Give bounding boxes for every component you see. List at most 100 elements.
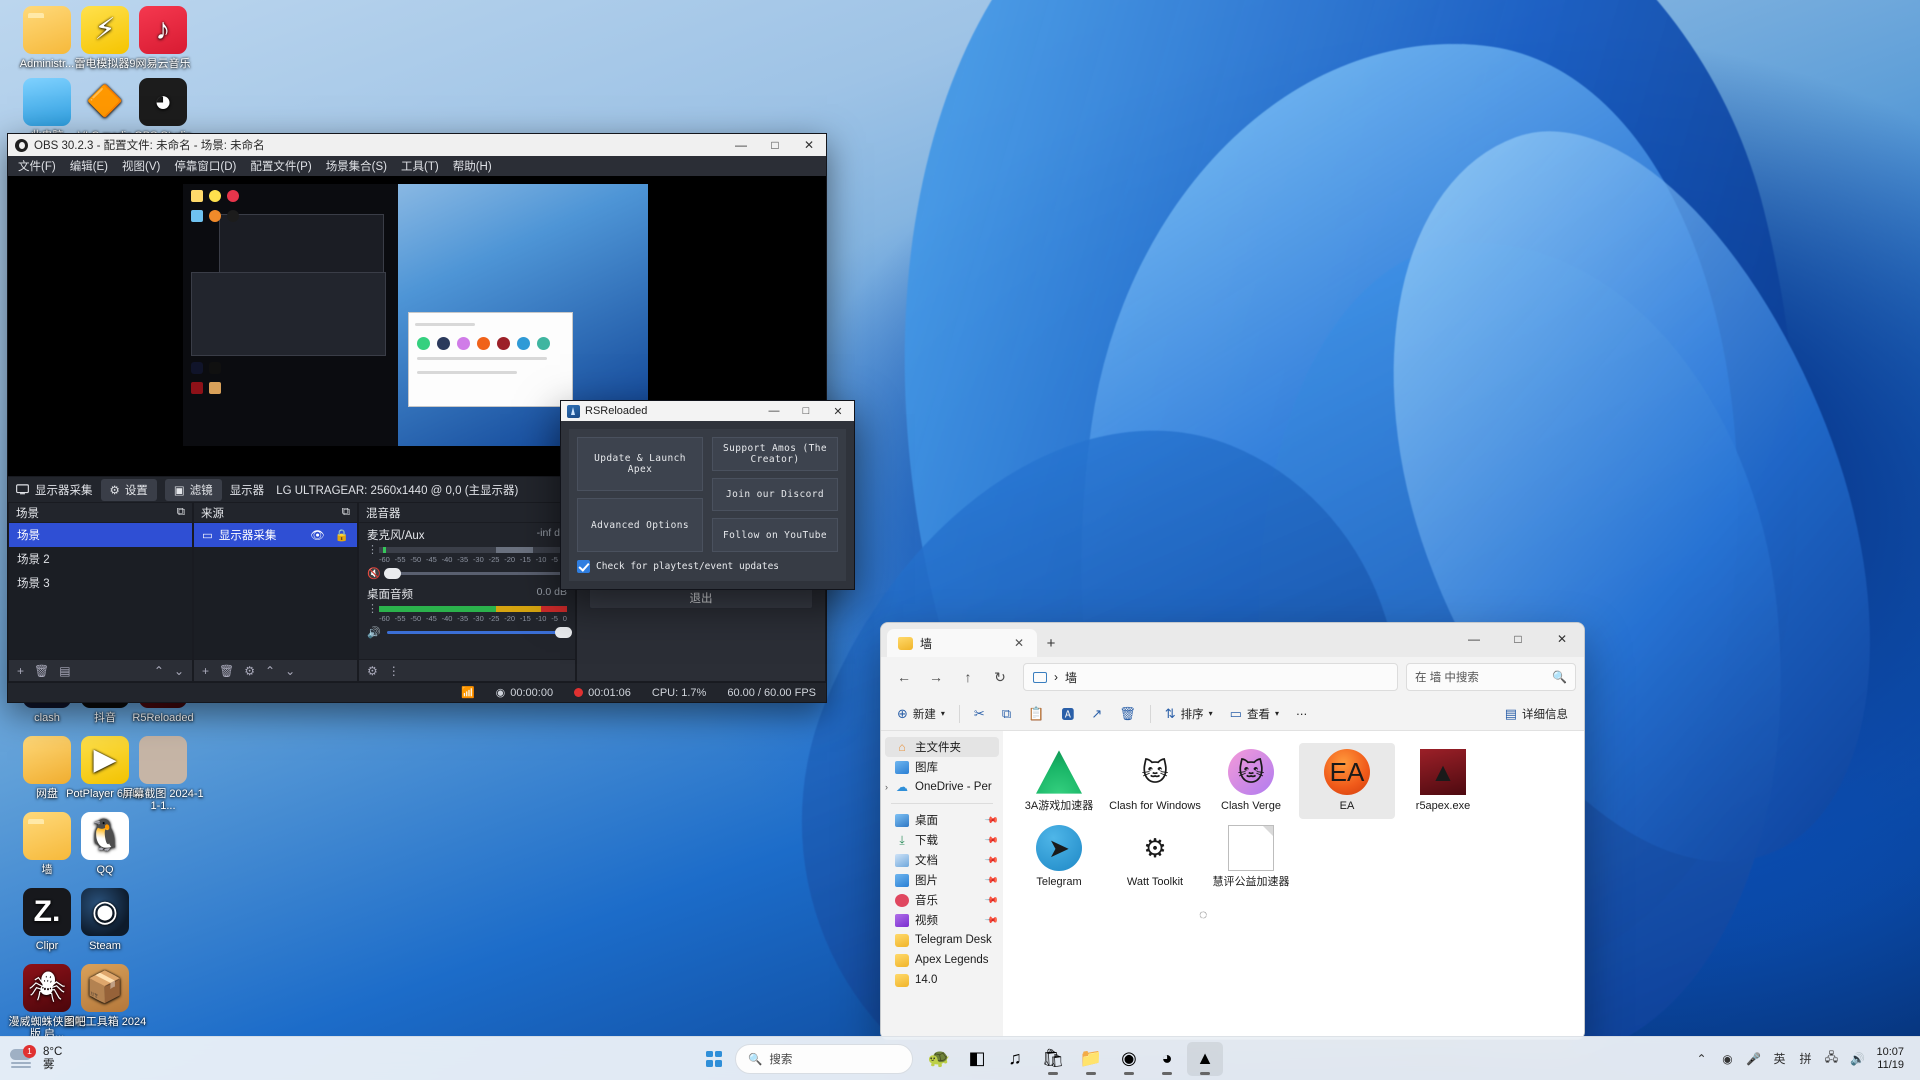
pin-icon[interactable]: 📌 [984,892,999,908]
source-list-item[interactable]: ▭ 显示器采集 👁 🔒 [194,523,357,547]
speaker-icon[interactable]: 🔊 [367,626,381,639]
breadcrumb[interactable]: › 墙 [1023,663,1398,691]
desktop-icon[interactable]: ♪ 网易云音乐 [120,6,206,70]
windows-taskbar[interactable]: 1 8°C 雾 🔍 搜索 🐢 ◧ ♫ 🛍 📁 ◉ ◕ ▲ ⌃ ◉ 🎤 英 拼 🖧 🔊 10:0… [0,1036,1920,1080]
explorer-file-grid[interactable]: 3A游戏加速器 🐱 Clash for Windows 🐱 Clash Verge EA E… [1003,731,1584,907]
undock-icon[interactable]: ⧉ [177,506,185,519]
explorer-navigation-bar[interactable]: ← → ↑ ↻ › 墙 在 墙 中搜索 🔍 [881,657,1584,697]
mixer-track[interactable]: 桌面音频 0.0 dB ⋮ -60 -55 -50 -45 -40 -35 -30 -25 -20 -1… [359,582,575,641]
desktop-icon[interactable]: ◉ Steam [62,888,148,952]
obs-source-settings-button[interactable]: ⚙ 设置 [100,478,157,501]
add-scene-button[interactable]: + [17,664,24,678]
explorer-close-button[interactable]: ✕ [1540,623,1584,655]
explorer-maximize-button[interactable]: □ [1496,623,1540,655]
mixer-track[interactable]: 麦克风/Aux -inf dB ⋮ -60 -55 -50 -45 -40 -35 -30 -25-… [359,523,575,582]
cut-button[interactable]: ✂ [967,701,992,727]
scene-list-item[interactable]: 场景 3 [9,571,192,595]
weather-widget[interactable]: 1 8°C 雾 [0,1044,200,1072]
refresh-button[interactable]: ↻ [985,663,1015,691]
volume-icon[interactable]: 🔊 [1844,1044,1870,1074]
update-launch-apex-button[interactable]: Update & Launch Apex [577,437,703,491]
new-button[interactable]: ⊕ 新建 ▾ [890,701,952,727]
move-scene-down-button[interactable]: ⌄ [174,664,184,678]
obs-menu-item[interactable]: 工具(T) [401,158,439,174]
turtle-widget-icon[interactable]: 🐢 [921,1042,957,1076]
remove-source-button[interactable]: 🗑 [219,664,234,678]
explorer-tab[interactable]: 墙 ✕ [887,629,1037,657]
share-button[interactable]: ↗ [1084,701,1109,727]
pin-icon[interactable]: 📌 [984,852,999,868]
scene-list-item[interactable]: 场景 2 [9,547,192,571]
desktop-icon[interactable]: 屏幕截图 2024-11-1... [120,736,206,812]
undock-icon[interactable]: ⧉ [342,506,350,519]
sidebar-item[interactable]: › ☁ OneDrive - Per [881,777,1003,797]
move-scene-up-button[interactable]: ⌃ [154,664,164,678]
obs-menu-item[interactable]: 场景集合(S) [326,158,387,174]
move-source-up-button[interactable]: ⌃ [265,664,275,678]
obs-close-button[interactable]: ✕ [792,134,826,156]
sidebar-item[interactable]: 14.0 [881,970,1003,990]
scene-list-item[interactable]: 场景 [9,523,192,547]
close-tab-icon[interactable]: ✕ [1010,636,1028,650]
eye-icon[interactable]: 👁 [310,528,325,542]
obs-menu-item[interactable]: 文件(F) [18,158,56,174]
file-grid-item[interactable]: 🐱 Clash Verge [1203,743,1299,819]
mixer-menu-icon[interactable]: ⋮ [367,545,378,556]
file-grid-item[interactable]: ⚙ Watt Toolkit [1107,819,1203,895]
file-explorer-icon[interactable]: 📁 [1073,1042,1109,1076]
mixer-menu-icon[interactable]: ⋮ [367,604,378,615]
sidebar-item[interactable]: Apex Legends [881,950,1003,970]
add-source-button[interactable]: + [202,664,209,678]
microsoft-store-icon[interactable]: 🛍 [1035,1042,1071,1076]
sidebar-item[interactable]: 视频 📌 [881,910,1003,930]
sidebar-item[interactable]: Telegram Desk [881,930,1003,950]
obs-menu-bar[interactable]: 文件(F) 编辑(E) 视图(V) 停靠窗口(D) 配置文件(P) 场景集合(S) 工具(T… [8,156,826,176]
more-options-button[interactable]: ⋯ [1289,701,1315,727]
pin-icon[interactable]: 📌 [984,812,999,828]
sort-button[interactable]: ⇅ 排序 ▾ [1158,701,1220,727]
pin-icon[interactable]: 📌 [984,832,999,848]
ime-mode-indicator[interactable]: 拼 [1792,1044,1818,1074]
file-grid-item[interactable]: 慧评公益加速器 [1203,819,1299,895]
rsreloaded-close-button[interactable]: ✕ [822,401,854,421]
source-properties-button[interactable]: ⚙ [244,664,255,678]
obs-minimize-button[interactable]: — [724,134,758,156]
obs-taskbar-icon[interactable]: ◕ [1149,1042,1185,1076]
taskbar-search-box[interactable]: 🔍 搜索 [735,1043,913,1074]
join-discord-button[interactable]: Join our Discord [712,477,838,512]
audio-settings-button[interactable]: ⚙ [367,664,378,678]
remove-scene-button[interactable]: 🗑 [34,664,49,678]
up-button[interactable]: ↑ [953,663,983,691]
obs-menu-item[interactable]: 帮助(H) [453,158,492,174]
system-tray[interactable]: ⌃ ◉ 🎤 英 拼 🖧 🔊 10:07 11/19 [1688,1037,1920,1080]
obs-source-filters-button[interactable]: ▣ 滤镜 [164,478,222,501]
music-app-icon[interactable]: ♫ [997,1042,1033,1076]
explorer-toolbar[interactable]: ⊕ 新建 ▾ ✂ ⧉ 📋 🅰 ↗ 🗑 ⇅ 排序 ▾ ▭ 查看 ▾ ⋯ ▤ 详细信… [881,697,1584,731]
scene-properties-button[interactable]: ▤ [59,664,70,678]
clock[interactable]: 10:07 11/19 [1870,1046,1912,1072]
file-grid-item[interactable]: 🐱 Clash for Windows [1107,743,1203,819]
sidebar-item[interactable]: 音乐 📌 [881,890,1003,910]
network-icon[interactable]: 🖧 [1818,1044,1844,1074]
details-pane-button[interactable]: ▤ 详细信息 [1498,701,1575,727]
mute-icon[interactable]: 🔇 [367,567,381,580]
explorer-minimize-button[interactable]: — [1452,623,1496,655]
rename-button[interactable]: 🅰 [1054,701,1081,727]
pin-icon[interactable]: 📌 [984,912,999,928]
mixer-menu-button[interactable]: ⋮ [388,664,400,678]
sidebar-item[interactable]: 桌面 📌 [881,810,1003,830]
explorer-tab-bar[interactable]: 墙 ✕ + — □ ✕ [881,623,1584,657]
view-button[interactable]: ▭ 查看 ▾ [1223,701,1286,727]
chevron-right-icon[interactable]: › [885,782,888,792]
file-explorer-window[interactable]: 墙 ✕ + — □ ✕ ← → ↑ ↻ › 墙 在 墙 中搜索 🔍 ⊕ 新建 ▾ [880,622,1585,1040]
desktop-icon[interactable]: 📦 图吧工具箱 2024 [62,964,148,1028]
task-view-icon[interactable]: ◧ [959,1042,995,1076]
sidebar-item[interactable]: 图库 [881,757,1003,777]
obs-maximize-button[interactable]: □ [758,134,792,156]
support-creator-button[interactable]: Support Amos (The Creator) [712,437,838,471]
move-source-down-button[interactable]: ⌄ [285,664,295,678]
obs-menu-item[interactable]: 视图(V) [122,158,160,174]
file-grid-item[interactable]: EA EA [1299,743,1395,819]
steam-tray-icon[interactable]: ◉ [1714,1044,1740,1074]
follow-youtube-button[interactable]: Follow on YouTube [712,518,838,552]
